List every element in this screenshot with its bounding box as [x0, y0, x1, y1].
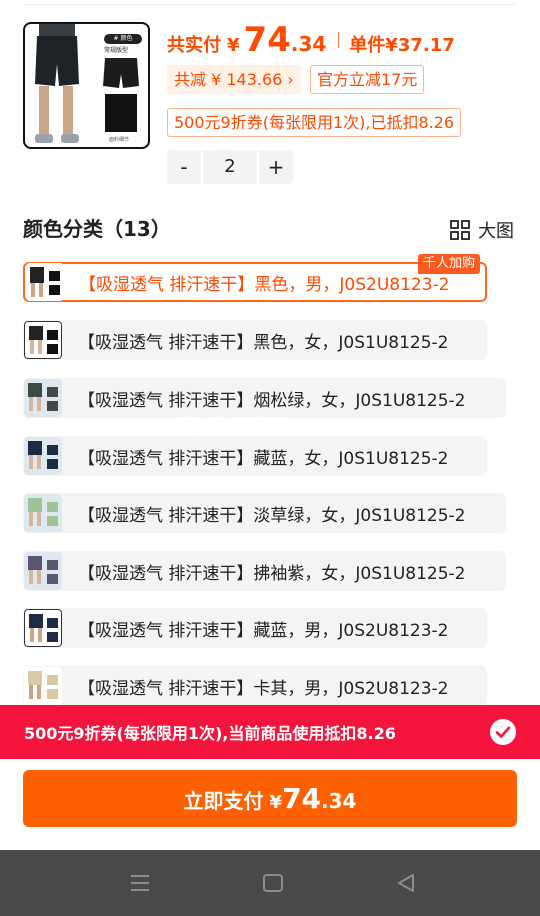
quantity-decrease-button[interactable]: - — [167, 150, 201, 184]
quantity-increase-button[interactable]: + — [259, 150, 293, 184]
pay-price-integer: 74 — [282, 782, 322, 815]
color-option[interactable]: 【吸湿透气 排汗速干】拂袖紫，女，J0S1U8125-2 — [23, 551, 506, 591]
coupon-applied-tag: 500元9折券(每张限用1次),已抵扣8.26 — [167, 108, 462, 137]
thumb-badge: # 颜色 — [104, 34, 142, 44]
option-label: 【吸湿透气 排汗速干】黑色，女，J0S1U8125-2 — [78, 332, 449, 353]
coupon-bar-text: 500元9折券(每张限用1次),当前商品使用抵扣8.26 — [24, 724, 396, 743]
option-label: 【吸湿透气 排汗速干】黑色，男，J0S2U8123-2 — [79, 274, 450, 295]
menu-icon[interactable] — [127, 870, 153, 896]
check-icon — [495, 726, 511, 738]
pay-price-decimal: .34 — [321, 789, 357, 813]
quantity-stepper: - 2 + — [167, 150, 293, 184]
color-option[interactable]: 【吸湿透气 排汗速干】藏蓝，男，J0S2U8123-2 — [23, 608, 487, 648]
option-thumbnail — [24, 609, 62, 647]
option-thumbnail — [24, 667, 62, 705]
color-option[interactable]: 【吸湿透气 排汗速干】淡草绿，女，J0S1U8125-2 — [23, 493, 506, 533]
option-thumbnail — [24, 437, 62, 475]
unit-label: 单件 — [349, 35, 386, 56]
system-navbar — [0, 850, 540, 916]
option-label: 【吸湿透气 排汗速干】拂袖紫，女，J0S1U8125-2 — [78, 563, 466, 584]
grid-icon — [450, 220, 470, 240]
big-view-label: 大图 — [478, 221, 514, 242]
color-section-title: 颜色分类（13） — [23, 217, 171, 241]
option-label: 【吸湿透气 排汗速干】藏蓝，女，J0S1U8125-2 — [78, 448, 449, 469]
option-label: 【吸湿透气 排汗速干】藏蓝，男，J0S2U8123-2 — [78, 620, 449, 641]
unit-price: ¥37.17 — [385, 35, 455, 56]
color-option[interactable]: 【吸湿透气 排汗速干】卡其，男，J0S2U8123-2 — [23, 666, 487, 706]
option-thumbnail — [24, 494, 62, 532]
total-currency: ¥ — [227, 35, 240, 56]
official-discount-tag: 官方立减17元 — [310, 65, 425, 94]
color-option[interactable]: 【吸湿透气 排汗速干】黑色，女，J0S1U8125-2 — [23, 320, 487, 360]
hot-badge: 千人加购 — [418, 254, 481, 274]
option-thumbnail — [26, 263, 64, 301]
total-price-decimal: .34 — [290, 32, 327, 56]
pay-label: 立即支付 — [183, 789, 264, 813]
coupon-toggle[interactable] — [490, 719, 516, 745]
pay-now-button[interactable]: 立即支付 ¥ 74 .34 — [23, 770, 517, 827]
option-label: 【吸湿透气 排汗速干】淡草绿，女，J0S1U8125-2 — [78, 505, 466, 526]
option-thumbnail — [24, 321, 62, 359]
total-label: 共实付 — [167, 35, 221, 56]
home-icon[interactable] — [260, 870, 286, 896]
color-option[interactable]: 【吸湿透气 排汗速干】藏蓝，女，J0S1U8125-2 — [23, 436, 487, 476]
option-thumbnail — [24, 552, 62, 590]
pay-currency: ¥ — [269, 792, 283, 813]
quantity-value[interactable]: 2 — [201, 150, 259, 184]
option-label: 【吸湿透气 排汗速干】卡其，男，J0S2U8123-2 — [78, 678, 449, 699]
big-view-button[interactable]: 大图 — [450, 217, 514, 243]
option-thumbnail — [24, 379, 62, 417]
thumb-caption: 常规版型 — [104, 47, 129, 54]
total-price-integer: 74 — [243, 20, 291, 60]
coupon-bar[interactable]: 500元9折券(每张限用1次),当前商品使用抵扣8.26 — [0, 705, 540, 759]
option-label: 【吸湿透气 排汗速干】烟松绿，女，J0S1U8125-2 — [78, 390, 466, 411]
watermark: 青瓜味薯片 — [180, 416, 296, 441]
product-thumbnail[interactable]: # 颜色 常规版型 面料细节 — [23, 22, 150, 149]
back-icon[interactable] — [393, 870, 419, 896]
price-separator — [338, 32, 340, 48]
price-row: 共实付 ¥ 74 .34 单件 ¥37.17 — [167, 20, 455, 60]
thumb-caption-detail: 面料细节 — [109, 137, 130, 143]
total-discount-tag[interactable]: 共减 ¥ 143.66 › — [167, 65, 301, 94]
top-divider — [24, 4, 516, 5]
